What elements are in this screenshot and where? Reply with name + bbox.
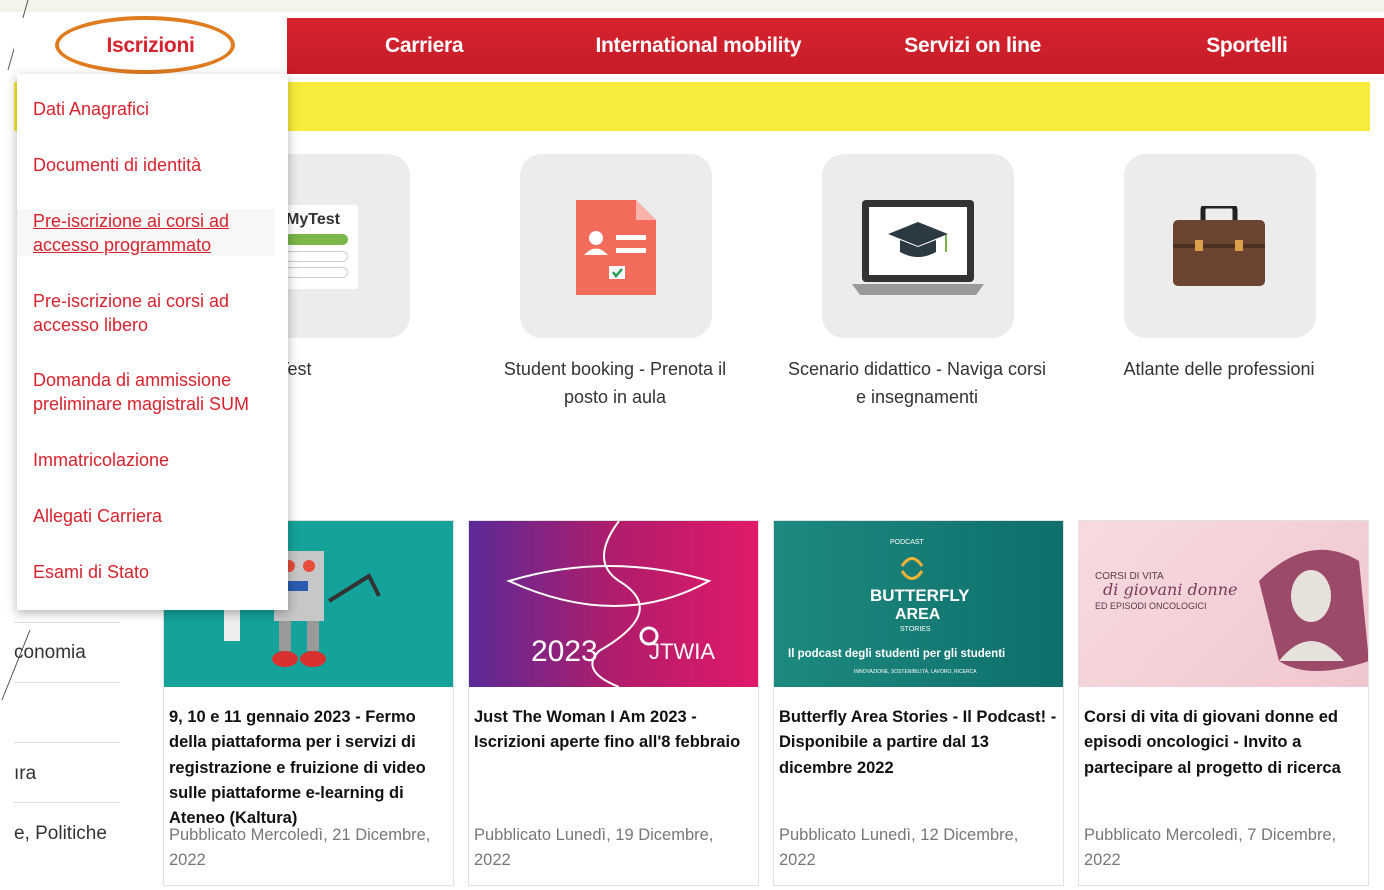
news-title[interactable]: Butterfly Area Stories - Il Podcast! - D… xyxy=(779,705,1059,781)
nav-servizi-on-line[interactable]: Servizi on line xyxy=(836,18,1110,74)
jtwia-image: 2023 JTWIA xyxy=(506,521,715,687)
news-title[interactable]: Corsi di vita di giovani donne ed episod… xyxy=(1084,705,1364,781)
document-form-icon xyxy=(576,200,656,295)
menu-item-allegati-carriera[interactable]: Allegati Carriera xyxy=(33,505,283,529)
news-image: PODCAST BUTTERFLY AREA STORIES Il podcas… xyxy=(774,521,1063,687)
news-title[interactable]: 9, 10 e 11 gennaio 2023 - Fermo della pi… xyxy=(169,705,449,831)
menu-item-immatricolazione[interactable]: Immatricolazione xyxy=(33,449,283,473)
news-image: 2023 JTWIA xyxy=(469,521,758,687)
highlight-circle-annotation xyxy=(55,16,235,74)
news-date: Pubblicato Mercoledì, 7 Dicembre, 2022 xyxy=(1084,826,1337,869)
laptop-graduation-icon xyxy=(852,200,984,295)
jtwia-brand: JTWIA xyxy=(649,639,715,664)
podcast-line2: AREA xyxy=(895,606,941,623)
menu-item-domanda-ammissione-sum[interactable]: Domanda di ammissione preliminare magist… xyxy=(33,369,283,416)
nav-carriera[interactable]: Carriera xyxy=(287,18,561,74)
sidebar-divider xyxy=(14,682,120,683)
mytest-bar xyxy=(285,251,348,262)
service-label-scenario-didattico[interactable]: Scenario didattico - Naviga corsi e inse… xyxy=(787,356,1047,411)
nav-sportelli[interactable]: Sportelli xyxy=(1110,18,1384,74)
menu-item-dati-anagrafici[interactable]: Dati Anagrafici xyxy=(33,98,283,122)
service-label-atlante[interactable]: Atlante delle professioni xyxy=(1089,356,1349,384)
news-date: Pubblicato Mercoledì, 21 Dicembre, 2022 xyxy=(169,826,431,869)
podcast-line1: BUTTERFLY xyxy=(870,586,970,605)
news-image: CORSI DI VITA di giovani donne ED EPISOD… xyxy=(1079,521,1368,687)
news-card[interactable]: 2023 JTWIA Just The Woman I Am 2023 - Is… xyxy=(468,520,759,886)
service-label-student-booking[interactable]: Student booking - Prenota il posto in au… xyxy=(485,356,745,411)
sidebar-divider xyxy=(14,622,120,623)
giovani-line3: ED EPISODI ONCOLOGICI xyxy=(1095,601,1207,611)
mytest-bar xyxy=(285,234,348,245)
giovani-line2: di giovani donne xyxy=(1103,580,1237,599)
news-card[interactable]: CORSI DI VITA di giovani donne ED EPISOD… xyxy=(1078,520,1369,886)
butterfly-podcast-image: PODCAST BUTTERFLY AREA STORIES Il podcas… xyxy=(788,539,1005,675)
podcast-subtag: INNOVAZIONE, SOSTENIBILITÀ, LAVORO, RICE… xyxy=(854,668,977,675)
podcast-line3: STORIES xyxy=(900,626,931,633)
news-date: Pubblicato Lunedì, 12 Dicembre, 2022 xyxy=(779,826,1019,869)
menu-item-pre-iscrizione-libero[interactable]: Pre-iscrizione ai corsi ad accesso liber… xyxy=(33,290,283,337)
sidebar-divider xyxy=(14,742,120,743)
sidebar-divider xyxy=(14,802,120,803)
menu-item-esami-di-stato[interactable]: Esami di Stato xyxy=(33,561,283,585)
menu-item-pre-iscrizione-programmato[interactable]: Pre-iscrizione ai corsi ad accesso progr… xyxy=(33,210,283,257)
mytest-card-title: MyTest xyxy=(286,211,340,228)
podcast-tagline: Il podcast degli studenti per gli studen… xyxy=(788,648,1005,660)
sidebar-item-clipped[interactable]: ıra xyxy=(14,763,36,785)
page-top-strip xyxy=(0,0,1384,12)
giovani-donne-image: CORSI DI VITA di giovani donne ED EPISOD… xyxy=(1095,549,1368,671)
news-title[interactable]: Just The Woman I Am 2023 - Iscrizioni ap… xyxy=(474,705,754,756)
mytest-bar xyxy=(285,267,348,278)
briefcase-icon xyxy=(1173,206,1265,286)
menu-item-documenti-identita[interactable]: Documenti di identità xyxy=(33,154,283,178)
iscrizioni-dropdown-menu: Dati Anagrafici Documenti di identità Pr… xyxy=(17,74,288,610)
nav-international-mobility[interactable]: International mobility xyxy=(561,18,835,74)
news-date: Pubblicato Lunedì, 19 Dicembre, 2022 xyxy=(474,826,714,869)
jtwia-year: 2023 xyxy=(531,635,598,668)
sidebar-item-economia[interactable]: conomia xyxy=(14,642,86,664)
podcast-kicker: PODCAST xyxy=(890,539,925,546)
news-card[interactable]: PODCAST BUTTERFLY AREA STORIES Il podcas… xyxy=(773,520,1064,886)
sidebar-item-politiche[interactable]: e, Politiche xyxy=(14,823,107,845)
